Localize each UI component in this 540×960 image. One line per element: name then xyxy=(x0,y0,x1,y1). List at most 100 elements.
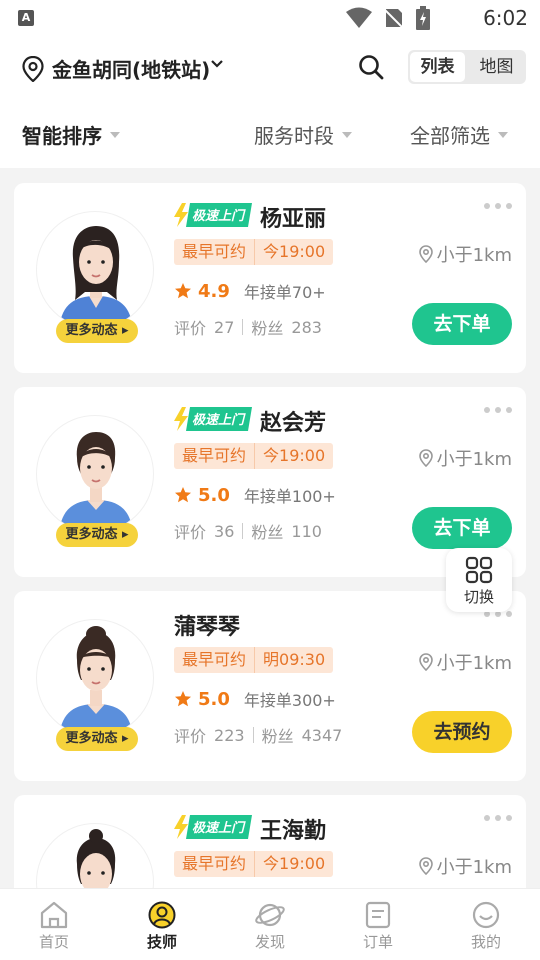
yearly-orders: 年接单70+ xyxy=(243,283,326,302)
express-badge: 极速上门 xyxy=(174,407,252,431)
stats-row: 评价 223 粉丝 4347 xyxy=(174,723,342,747)
switch-view-button[interactable]: 切换 xyxy=(446,548,512,612)
technician-name: 蒲琴琴 xyxy=(174,615,241,640)
availability-time: 今19:00 xyxy=(254,443,334,469)
sort-filter[interactable]: 智能排序 xyxy=(22,120,120,149)
location-pin-icon xyxy=(418,449,433,467)
reviews-count: 223 xyxy=(214,725,245,745)
technician-card[interactable]: 更多动态 ▸ 极速上门 赵会芳 最早可约 今19:00 小于1km 5.0 年接… xyxy=(14,387,526,577)
dropdown-arrow-icon xyxy=(110,131,120,138)
search-icon[interactable] xyxy=(358,54,384,80)
rating-row: 5.0 年接单300+ xyxy=(174,687,336,711)
stats-row: 评价 36 粉丝 110 xyxy=(174,519,322,543)
tab-orders[interactable]: 订单 xyxy=(324,889,432,960)
tab-home-label: 首页 xyxy=(38,933,69,951)
rating-score: 5.0 xyxy=(198,484,230,506)
all-filter[interactable]: 全部筛选 xyxy=(410,120,508,149)
discover-icon xyxy=(255,903,285,927)
availability-label: 最早可约 xyxy=(174,239,255,265)
technician-name: 王海勤 xyxy=(260,819,327,844)
chevron-down-icon[interactable] xyxy=(210,58,224,70)
distance: 小于1km xyxy=(418,853,512,879)
technician-card[interactable]: 更多动态 ▸ 蒲琴琴 最早可约 明09:30 小于1km 5.0 年接单300+… xyxy=(14,591,526,781)
technician-avatar[interactable] xyxy=(36,619,154,737)
distance: 小于1km xyxy=(418,649,512,675)
technician-avatar[interactable] xyxy=(36,211,154,329)
time-slot-filter-label: 服务时段 xyxy=(254,124,334,148)
technician-name: 杨亚丽 xyxy=(260,207,327,232)
all-filter-label: 全部筛选 xyxy=(410,124,490,148)
tab-profile[interactable]: 我的 xyxy=(432,889,540,960)
sort-filter-label: 智能排序 xyxy=(22,124,102,148)
header: 金鱼胡同(地铁站) 列表 地图 xyxy=(0,36,540,100)
view-toggle: 列表 地图 xyxy=(408,50,526,84)
availability-tag: 最早可约 今19:00 xyxy=(174,443,334,469)
more-updates-button[interactable]: 更多动态 ▸ xyxy=(56,319,138,343)
more-options-icon[interactable] xyxy=(484,203,512,209)
tab-profile-label: 我的 xyxy=(470,933,501,951)
tab-technician-label: 技师 xyxy=(146,933,177,951)
fans-label: 粉丝 xyxy=(251,319,284,338)
distance-text: 小于1km xyxy=(436,653,512,674)
more-options-icon[interactable] xyxy=(484,815,512,821)
availability-time: 今19:00 xyxy=(254,851,334,877)
star-icon xyxy=(175,487,191,503)
tab-home[interactable]: 首页 xyxy=(0,889,108,960)
availability-tag: 最早可约 今19:00 xyxy=(174,239,334,265)
time-slot-filter[interactable]: 服务时段 xyxy=(254,120,352,149)
book-appointment-button[interactable]: 去预约 xyxy=(412,711,512,753)
location-pin-icon xyxy=(418,245,433,263)
system-icons xyxy=(346,6,430,30)
technician-icon xyxy=(148,901,176,929)
battery-icon xyxy=(416,6,430,30)
map-view-tab[interactable]: 地图 xyxy=(469,52,524,82)
more-updates-button[interactable]: 更多动态 ▸ xyxy=(56,523,138,547)
star-icon xyxy=(175,691,191,707)
tab-technician[interactable]: 技师 xyxy=(108,889,216,960)
avatar-illustration xyxy=(59,226,133,328)
more-updates-button[interactable]: 更多动态 ▸ xyxy=(56,727,138,751)
no-sim-icon xyxy=(384,8,404,29)
reviews-label: 评价 xyxy=(174,523,207,542)
dropdown-arrow-icon xyxy=(498,131,508,138)
rating-row: 5.0 年接单100+ xyxy=(174,483,336,507)
yearly-orders: 年接单300+ xyxy=(243,691,336,710)
technician-card[interactable]: 更多动态 ▸ 极速上门 杨亚丽 最早可约 今19:00 小于1km 4.9 年接… xyxy=(14,183,526,373)
availability-label: 最早可约 xyxy=(174,851,255,877)
more-options-icon[interactable] xyxy=(484,407,512,413)
location-pin-icon[interactable] xyxy=(22,56,44,82)
place-order-button[interactable]: 去下单 xyxy=(412,507,512,549)
divider xyxy=(252,727,254,743)
technician-avatar[interactable] xyxy=(36,415,154,533)
distance-text: 小于1km xyxy=(436,449,512,470)
express-badge-text: 极速上门 xyxy=(192,208,246,224)
express-badge-text: 极速上门 xyxy=(192,820,246,836)
yearly-orders: 年接单100+ xyxy=(243,487,336,506)
rating-row: 4.9 年接单70+ xyxy=(174,279,326,303)
list-view-tab[interactable]: 列表 xyxy=(410,52,465,82)
location-selector[interactable]: 金鱼胡同(地铁站) xyxy=(52,54,210,83)
availability-label: 最早可约 xyxy=(174,443,255,469)
stats-row: 评价 27 粉丝 283 xyxy=(174,315,322,339)
wifi-icon xyxy=(346,7,372,28)
app-notification-icon: A xyxy=(18,10,34,26)
location-pin-icon xyxy=(418,653,433,671)
technician-name: 赵会芳 xyxy=(260,411,327,436)
place-order-button[interactable]: 去下单 xyxy=(412,303,512,345)
availability-tag: 最早可约 今19:00 xyxy=(174,851,334,877)
availability-time: 明09:30 xyxy=(254,647,334,673)
fans-label: 粉丝 xyxy=(251,523,284,542)
express-badge: 极速上门 xyxy=(174,203,252,227)
order-icon xyxy=(365,901,391,929)
availability-label: 最早可约 xyxy=(174,647,255,673)
filter-bar: 智能排序 服务时段 全部筛选 xyxy=(0,100,540,168)
fans-count: 4347 xyxy=(301,725,343,745)
reviews-label: 评价 xyxy=(174,319,207,338)
availability-tag: 最早可约 明09:30 xyxy=(174,647,334,673)
availability-time: 今19:00 xyxy=(254,239,334,265)
divider xyxy=(242,523,244,539)
tab-discover[interactable]: 发现 xyxy=(216,889,324,960)
reviews-count: 27 xyxy=(214,317,235,337)
express-badge-text: 极速上门 xyxy=(192,412,246,428)
distance-text: 小于1km xyxy=(436,857,512,878)
